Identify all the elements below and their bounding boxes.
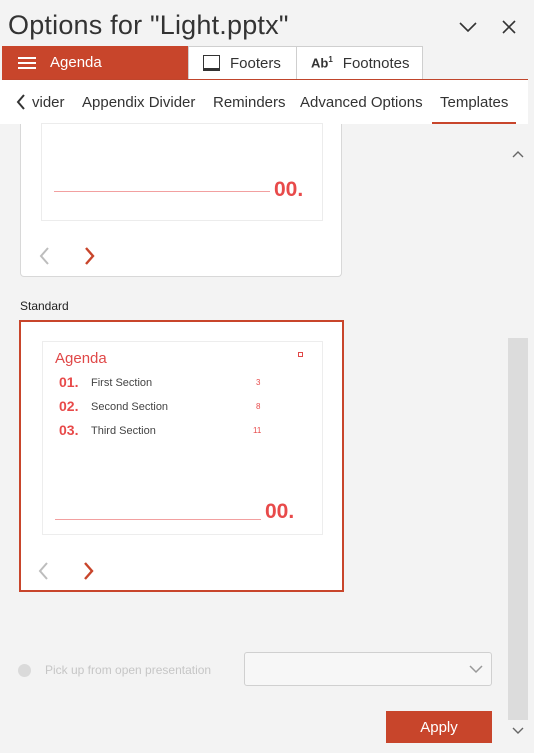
chevron-down-icon[interactable] [455,14,481,40]
primary-tab-bar: Agenda Footers Ab1 Footnotes [2,46,528,80]
presentation-select[interactable] [244,652,492,686]
scroll-thumb[interactable] [508,338,528,720]
tab-reminders[interactable]: Reminders [213,80,286,124]
preview-marker [298,352,303,357]
preview-item-label: Second Section [91,401,169,413]
template-nav [21,550,342,592]
chevron-right-icon[interactable] [78,560,98,582]
tab-scroll-left[interactable]: vider [16,80,65,124]
hamburger-icon [18,54,36,72]
window-title: Options for "Light.pptx" [8,10,289,40]
apply-button[interactable]: Apply [386,711,492,743]
radio-button[interactable] [18,663,31,677]
template-preview: 00. [42,124,322,220]
footnote-icon: Ab1 [311,55,333,71]
tab-footnotes[interactable]: Ab1 Footnotes [297,46,423,79]
secondary-tab-bar: vider Appendix Divider Reminders Advance… [0,80,528,124]
vertical-scrollbar[interactable] [508,140,528,740]
preview-line [54,191,270,192]
chevron-left-icon [16,94,25,110]
title-bar: Options for "Light.pptx" [0,0,534,46]
chevron-right-icon[interactable] [79,245,99,267]
scroll-down-icon[interactable] [512,727,524,735]
preview-item: 03. Third Section 11 [59,422,269,441]
preview-title: Agenda [55,350,107,367]
preview-big-number: 00. [265,500,295,523]
preview-big-number: 00. [274,178,304,201]
tab-footers-label: Footers [230,54,281,72]
template-preview: Agenda 01. First Section 3 02. Second Se… [43,342,322,534]
chevron-left-icon[interactable] [35,245,55,267]
tab-agenda[interactable]: Agenda [2,46,188,79]
template-card[interactable]: 00. [20,124,342,277]
tab-appendix-divider[interactable]: Appendix Divider [82,80,195,124]
chevron-down-icon [469,665,483,674]
template-name-label: Standard [20,299,69,313]
tab-advanced-options[interactable]: Advanced Options [300,80,423,124]
tab-footnotes-label: Footnotes [342,54,410,72]
preview-item: 01. First Section 3 [59,374,269,393]
pick-up-radio[interactable]: Pick up from open presentation [18,660,211,680]
tab-agenda-label: Agenda [50,54,102,71]
preview-item-label: First Section [91,377,153,389]
scroll-up-icon[interactable] [512,150,524,158]
preview-item-page: 11 [253,426,262,435]
preview-item-number: 01. [59,374,79,390]
preview-item-number: 03. [59,422,79,438]
preview-item-number: 02. [59,398,79,414]
tab-templates[interactable]: Templates [431,80,517,124]
footer-icon [203,55,220,71]
preview-line [55,519,261,520]
template-card-selected[interactable]: Agenda 01. First Section 3 02. Second Se… [19,320,344,592]
close-icon[interactable] [496,14,522,40]
chevron-left-icon[interactable] [34,560,54,582]
tab-divider-truncated: vider [32,93,65,111]
template-nav [21,235,341,277]
preview-item-page: 3 [256,378,261,387]
preview-item-label: Third Section [91,425,156,437]
radio-label: Pick up from open presentation [45,663,212,677]
preview-item-page: 8 [256,402,261,411]
preview-item: 02. Second Section 8 [59,398,269,417]
tab-footers[interactable]: Footers [188,46,297,79]
